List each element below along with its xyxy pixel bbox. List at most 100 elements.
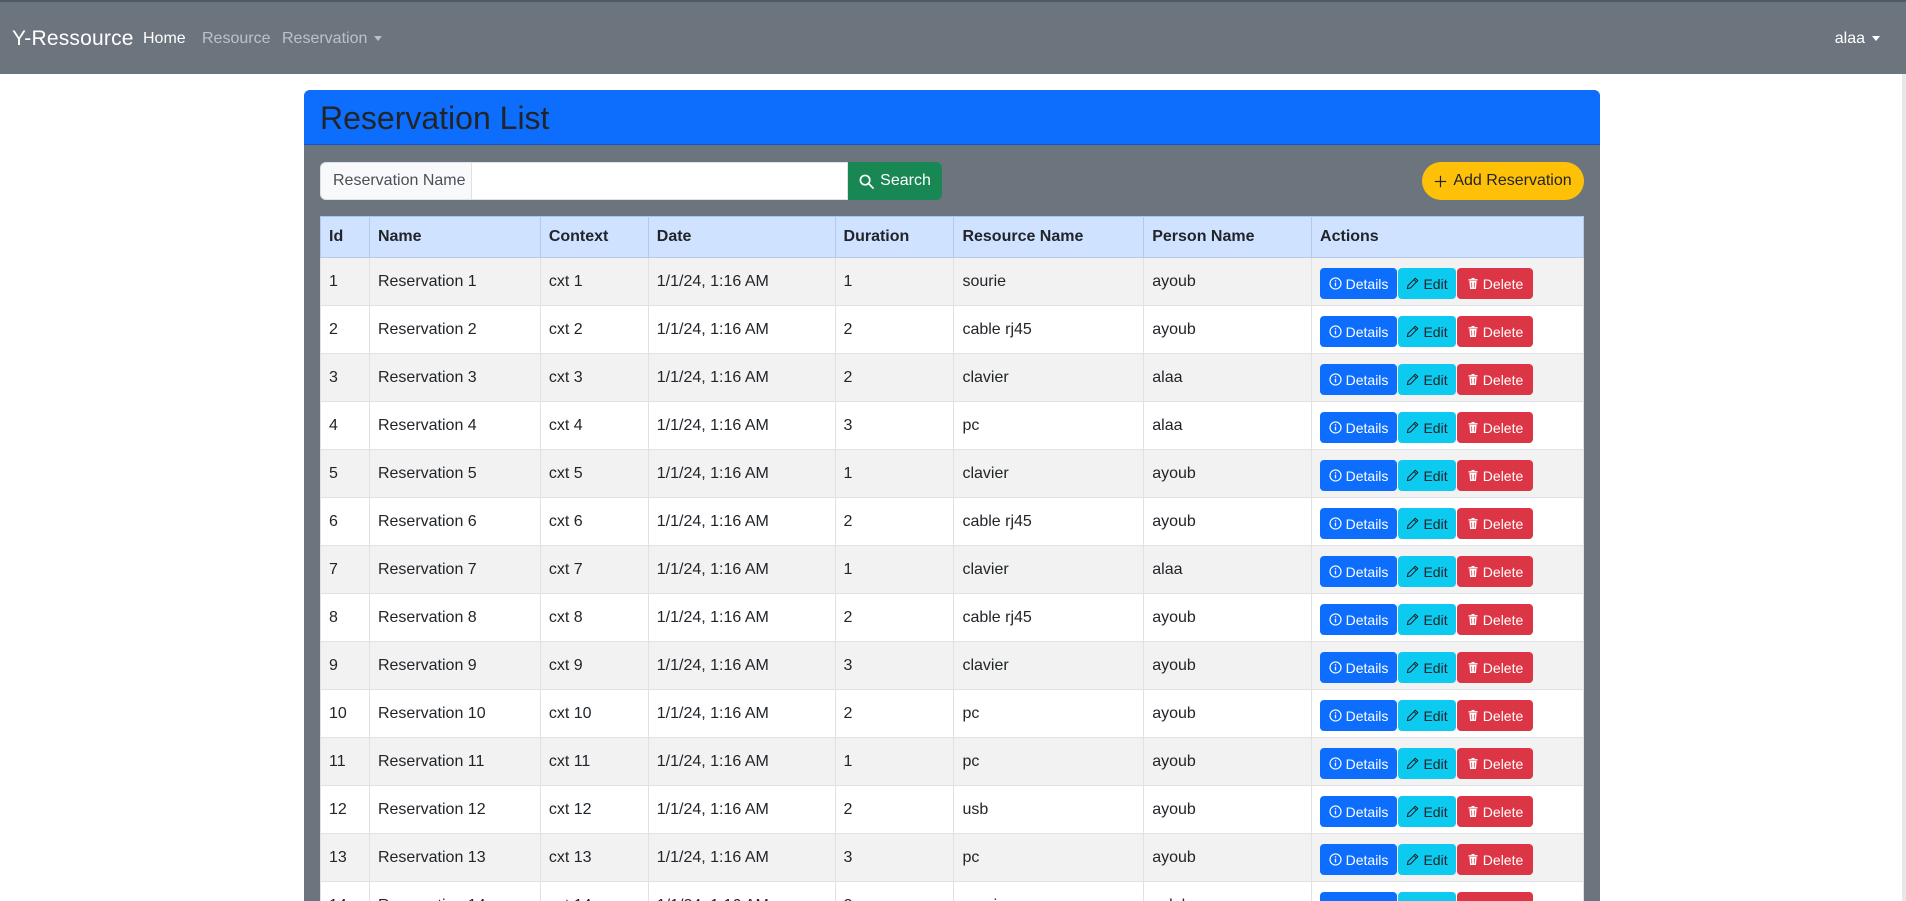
cell-context: cxt 6 [539,497,649,546]
plus-icon [1435,175,1447,187]
cell-context: cxt 13 [539,833,649,882]
details-label: Details [1345,707,1389,724]
search-group: Reservation Name Search [320,162,942,200]
cell-person: alaa [1143,401,1313,450]
pencil-icon [1407,613,1419,626]
details-button[interactable]: Details [1320,268,1398,299]
nav-home-link[interactable]: Home [143,30,186,48]
delete-button[interactable]: Delete [1457,364,1534,395]
cell-name: Reservation 9 [368,641,541,690]
cell-actions: DetailsEditDelete [1311,545,1584,594]
details-button[interactable]: Details [1320,892,1398,901]
details-button[interactable]: Details [1320,460,1398,491]
details-label: Details [1345,611,1389,628]
details-button[interactable]: Details [1320,412,1398,443]
delete-button[interactable]: Delete [1457,268,1534,299]
edit-label: Edit [1423,323,1448,340]
details-label: Details [1345,803,1389,820]
cell-name: Reservation 1 [368,257,541,306]
cell-person: ayoub [1143,785,1313,834]
edit-button[interactable]: Edit [1398,844,1457,875]
delete-button[interactable]: Delete [1457,796,1534,827]
trash-icon [1468,757,1478,770]
edit-button[interactable]: Edit [1398,460,1457,491]
details-button[interactable]: Details [1320,700,1398,731]
brand-link[interactable]: Y-Ressource [12,27,134,51]
cell-duration: 2 [834,785,955,834]
details-label: Details [1345,467,1389,484]
search-button[interactable]: Search [848,162,942,200]
delete-label: Delete [1482,659,1524,676]
details-label: Details [1345,275,1389,292]
cell-actions: DetailsEditDelete [1311,881,1584,901]
cell-id: 2 [320,305,370,354]
details-button[interactable]: Details [1320,316,1398,347]
info-circle-icon [1329,373,1342,386]
delete-button[interactable]: Delete [1457,700,1534,731]
edit-button[interactable]: Edit [1398,796,1457,827]
delete-button[interactable]: Delete [1457,892,1534,901]
cell-resource: clavier [953,449,1145,498]
delete-label: Delete [1482,275,1524,292]
cell-id: 8 [320,593,370,642]
table-row: 11 Reservation 11 cxt 11 1/1/24, 1:16 AM 1 pc… [320,737,1584,786]
details-button[interactable]: Details [1320,652,1398,683]
search-input[interactable] [472,162,848,200]
edit-button[interactable]: Edit [1398,652,1457,683]
column-header-id: Id [320,216,370,258]
cell-duration: 1 [834,545,955,594]
edit-label: Edit [1423,851,1448,868]
cell-actions: Details Edit Delete [1311,305,1584,354]
nav-reservation-dropdown[interactable]: Reservation [282,30,383,48]
cell-person: ayoub [1143,593,1313,642]
edit-button[interactable]: Edit [1398,748,1457,779]
details-button[interactable]: Details [1320,364,1398,395]
column-header-context: Context [539,216,649,258]
edit-button[interactable]: Edit [1398,268,1457,299]
details-button[interactable]: Details [1320,604,1398,635]
delete-button[interactable]: Delete [1457,652,1534,683]
edit-label: Edit [1423,275,1448,292]
edit-button[interactable]: Edit [1398,892,1457,901]
details-button[interactable]: Details [1320,556,1398,587]
cell-actions: Details Edit Delete [1311,257,1584,306]
edit-button[interactable]: Edit [1398,364,1457,395]
edit-button[interactable]: Edit [1398,604,1457,635]
cell-actions: Details EditDelete [1311,497,1584,546]
trash-icon [1468,277,1478,290]
delete-button[interactable]: Delete [1457,556,1534,587]
details-button[interactable]: Details [1320,844,1398,875]
info-circle-icon [1329,277,1342,290]
edit-button[interactable]: Edit [1398,316,1457,347]
cell-date: 1/1/24, 1:16 AM [647,785,836,834]
search-button-label: Search [880,172,931,189]
details-label: Details [1345,515,1389,532]
table-row: 4 Reservation 4 cxt 4 1/1/24, 1:16 AM 3 pc ala… [320,401,1584,450]
nav-resource-link[interactable]: Resource [202,30,270,48]
details-button[interactable]: Details [1320,508,1398,539]
user-dropdown[interactable]: alaa [1835,30,1880,48]
delete-button[interactable]: Delete [1457,748,1534,779]
cell-actions: Details EditDelete [1311,449,1584,498]
page-scrollbar[interactable] [1902,74,1906,901]
delete-button[interactable]: Delete [1457,412,1534,443]
delete-button[interactable]: Delete [1457,508,1534,539]
details-button[interactable]: Details [1320,796,1398,827]
cell-date: 1/1/24, 1:16 AM [647,593,836,642]
cell-date: 1/1/24, 1:16 AM [647,497,836,546]
cell-date: 1/1/24, 1:16 AM [647,401,836,450]
edit-button[interactable]: Edit [1398,508,1457,539]
edit-label: Edit [1423,371,1448,388]
cell-actions: Details Edit Delete [1311,833,1584,882]
delete-button[interactable]: Delete [1457,844,1534,875]
edit-button[interactable]: Edit [1398,556,1457,587]
delete-button[interactable]: Delete [1457,316,1534,347]
cell-context: cxt 4 [539,401,649,450]
add-reservation-button[interactable]: Add Reservation [1422,162,1584,200]
delete-button[interactable]: Delete [1457,604,1534,635]
details-button[interactable]: Details [1320,748,1398,779]
edit-button[interactable]: Edit [1398,412,1457,443]
edit-button[interactable]: Edit [1398,700,1457,731]
details-label: Details [1345,659,1389,676]
delete-button[interactable]: Delete [1457,460,1534,491]
